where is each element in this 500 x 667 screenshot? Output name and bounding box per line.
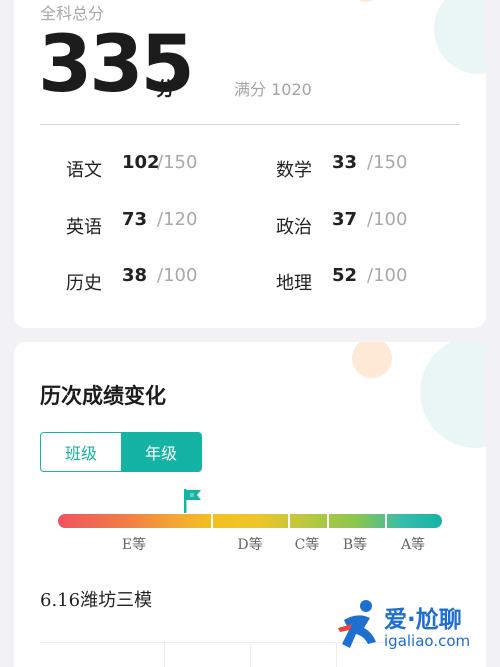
full-mark-text: 满分 1020 — [234, 80, 312, 99]
subject-row-chinese: 语文 102 /150 — [66, 152, 276, 182]
subject-name: 语文 — [66, 160, 102, 181]
decorative-circle-orange — [352, 0, 380, 2]
grade-label-e: E等 — [121, 537, 147, 553]
subject-max: /100 — [367, 265, 408, 286]
subject-name: 数学 — [276, 160, 312, 181]
subject-row-math: 数学 33 /150 — [276, 152, 486, 182]
decorative-circle-orange — [352, 342, 392, 378]
watermark-url: igaliao.com — [384, 632, 471, 650]
total-score-unit: 分 — [156, 78, 176, 100]
divider — [40, 124, 460, 125]
grade-label-d: D等 — [237, 537, 263, 553]
subject-name: 英语 — [66, 217, 102, 238]
grade-separator — [211, 514, 213, 528]
chart-gridline — [250, 642, 251, 667]
subject-name: 历史 — [66, 273, 102, 294]
grade-separator — [385, 514, 387, 528]
site-watermark: 爱·尬聊 igaliao.com — [336, 598, 496, 660]
decorative-circle-teal — [420, 342, 486, 448]
grade-label-a: A等 — [400, 537, 426, 553]
exam-name: 6.16潍坊三模 — [40, 590, 153, 611]
watermark-title: 爱·尬聊 — [384, 607, 462, 633]
runner-logo-icon — [338, 600, 376, 648]
subject-score: 52 — [332, 265, 358, 286]
tab-class[interactable]: 班级 — [41, 433, 121, 471]
class-grade-toggle[interactable]: 班级 年级 — [40, 432, 202, 472]
subject-row-geography: 地理 52 /100 — [276, 265, 486, 295]
subject-score: 37 — [332, 209, 358, 230]
grade-label-b: B等 — [342, 537, 368, 553]
subject-score: 102 — [122, 152, 160, 173]
decorative-circle-teal — [434, 0, 486, 74]
subject-max: /100 — [157, 265, 198, 286]
flag-icon — [183, 489, 201, 513]
tab-grade[interactable]: 年级 — [121, 433, 201, 471]
subject-score: 33 — [332, 152, 358, 173]
subject-max: /120 — [157, 209, 198, 230]
subject-row-politics: 政治 37 /100 — [276, 209, 486, 239]
subject-row-history: 历史 38 /100 — [66, 265, 276, 295]
subject-max: /150 — [157, 152, 198, 173]
grade-separator — [327, 514, 329, 528]
grade-separator — [288, 514, 290, 528]
subject-name: 地理 — [276, 273, 312, 294]
subject-score: 38 — [122, 265, 148, 286]
subject-max: /100 — [367, 209, 408, 230]
chart-gridline — [164, 642, 165, 667]
subject-name: 政治 — [276, 217, 312, 238]
subject-max: /150 — [367, 152, 408, 173]
subject-row-english: 英语 73 /120 — [66, 209, 276, 239]
subject-score: 73 — [122, 209, 148, 230]
score-summary-card: 全科总分 335 分 满分 1020 语文 102 /150 数学 33 /15… — [14, 0, 486, 328]
history-section-title: 历次成绩变化 — [40, 384, 166, 408]
